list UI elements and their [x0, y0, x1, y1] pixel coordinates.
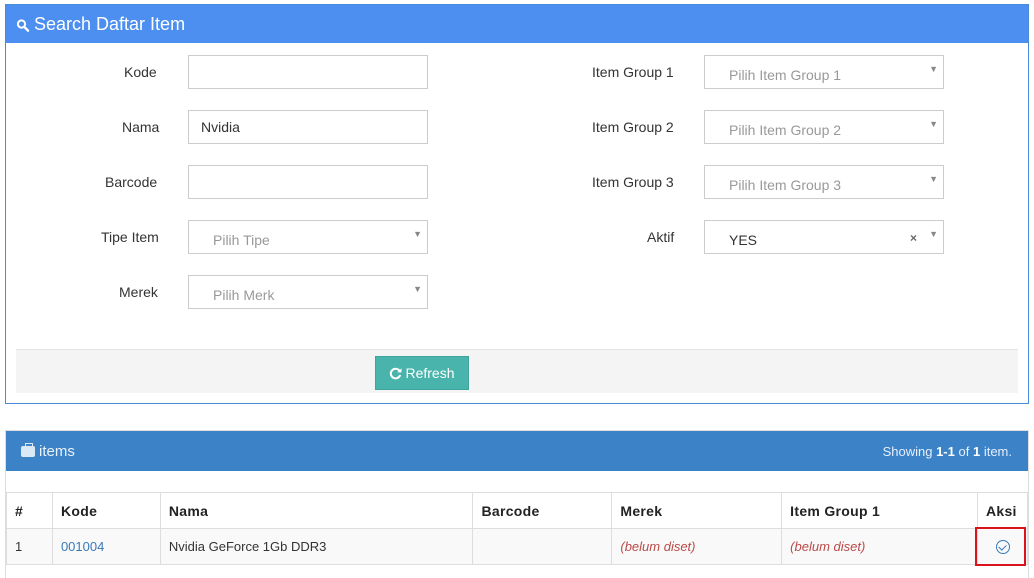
column-header-barcode[interactable]: Barcode [472, 492, 613, 529]
tipe-item-placeholder: Pilih Tipe [213, 232, 270, 248]
row-kode-link[interactable]: 001004 [51, 528, 161, 565]
items-title: items [39, 442, 75, 460]
column-header-merek[interactable]: Merek [611, 492, 783, 529]
item-group-2-placeholder: Pilih Item Group 2 [729, 122, 842, 138]
aktif-select[interactable]: YES × ▼ [704, 220, 944, 254]
item-group-3-label: Item Group 3 [592, 174, 674, 190]
item-group-3-placeholder: Pilih Item Group 3 [729, 177, 842, 193]
column-header-number[interactable]: # [6, 492, 53, 529]
chevron-down-icon: ▼ [929, 229, 938, 239]
search-icon [16, 19, 30, 32]
row-nama: Nvidia GeForce 1Gb DDR3 [159, 528, 474, 565]
chevron-down-icon: ▼ [929, 174, 938, 184]
items-panel: items Showing 1-1 of 1 item. # Kode Nama… [5, 430, 1029, 578]
nama-label: Nama [122, 119, 160, 135]
refresh-icon [390, 367, 402, 379]
aktif-value: YES [729, 232, 758, 248]
row-number: 1 [6, 528, 53, 565]
item-group-1-placeholder: Pilih Item Group 1 [729, 67, 842, 83]
chevron-down-icon: ▼ [929, 64, 938, 74]
search-panel: Search Daftar Item Kode Nama Nvidia Barc… [5, 4, 1029, 404]
summary-of: of [958, 443, 970, 459]
merek-select[interactable]: Pilih Merk ▼ [188, 275, 428, 309]
summary-range: 1-1 [936, 443, 955, 459]
barcode-field[interactable] [188, 165, 428, 199]
barcode-label: Barcode [105, 174, 158, 190]
refresh-label: Refresh [405, 365, 455, 381]
nama-field[interactable]: Nvidia [188, 110, 428, 144]
chevron-down-icon: ▼ [413, 229, 422, 239]
kode-field[interactable] [188, 55, 428, 89]
tipe-item-select[interactable]: Pilih Tipe ▼ [188, 220, 428, 254]
item-group-2-select[interactable]: Pilih Item Group 2 ▼ [704, 110, 944, 144]
summary-suffix: item. [983, 443, 1012, 459]
items-panel-header: items Showing 1-1 of 1 item. [6, 431, 1028, 471]
column-header-kode[interactable]: Kode [51, 492, 161, 529]
select-check-icon[interactable] [995, 540, 1010, 554]
summary-prefix: Showing [882, 443, 933, 459]
table-header-row: # Kode Nama Barcode Merek Item Group 1 A… [6, 492, 1029, 529]
search-panel-title: Search Daftar Item [34, 13, 186, 34]
column-header-nama[interactable]: Nama [159, 492, 474, 529]
merek-label: Merek [119, 284, 158, 300]
item-group-3-select[interactable]: Pilih Item Group 3 ▼ [704, 165, 944, 199]
kode-label: Kode [124, 64, 157, 80]
item-group-1-label: Item Group 1 [592, 64, 674, 80]
items-table: # Kode Nama Barcode Merek Item Group 1 A… [6, 492, 1029, 566]
row-merek: (belum diset) [611, 528, 783, 565]
clear-icon[interactable]: × [910, 231, 917, 245]
merek-placeholder: Pilih Merk [213, 287, 275, 303]
table-row: 1 001004 Nvidia GeForce 1Gb DDR3 (belum … [6, 527, 1029, 566]
summary-total: 1 [972, 443, 981, 459]
items-title-group: items [21, 442, 75, 460]
aktif-label: Aktif [647, 229, 675, 245]
chevron-down-icon: ▼ [929, 119, 938, 129]
column-header-aksi: Aksi [976, 492, 1029, 529]
row-item-group-1: (belum diset) [781, 528, 978, 565]
items-summary: Showing 1-1 of 1 item. [883, 444, 1012, 459]
row-barcode [472, 528, 613, 565]
item-group-1-select[interactable]: Pilih Item Group 1 ▼ [704, 55, 944, 89]
refresh-button[interactable]: Refresh [375, 356, 469, 390]
search-panel-header: Search Daftar Item [6, 5, 1028, 43]
row-aksi [974, 527, 1029, 566]
search-footer: Refresh [16, 349, 1018, 393]
tipe-item-label: Tipe Item [101, 229, 159, 245]
column-header-item-group-1[interactable]: Item Group 1 [781, 492, 978, 529]
item-group-2-label: Item Group 2 [592, 119, 674, 135]
briefcase-icon [21, 442, 35, 457]
chevron-down-icon: ▼ [413, 284, 422, 294]
